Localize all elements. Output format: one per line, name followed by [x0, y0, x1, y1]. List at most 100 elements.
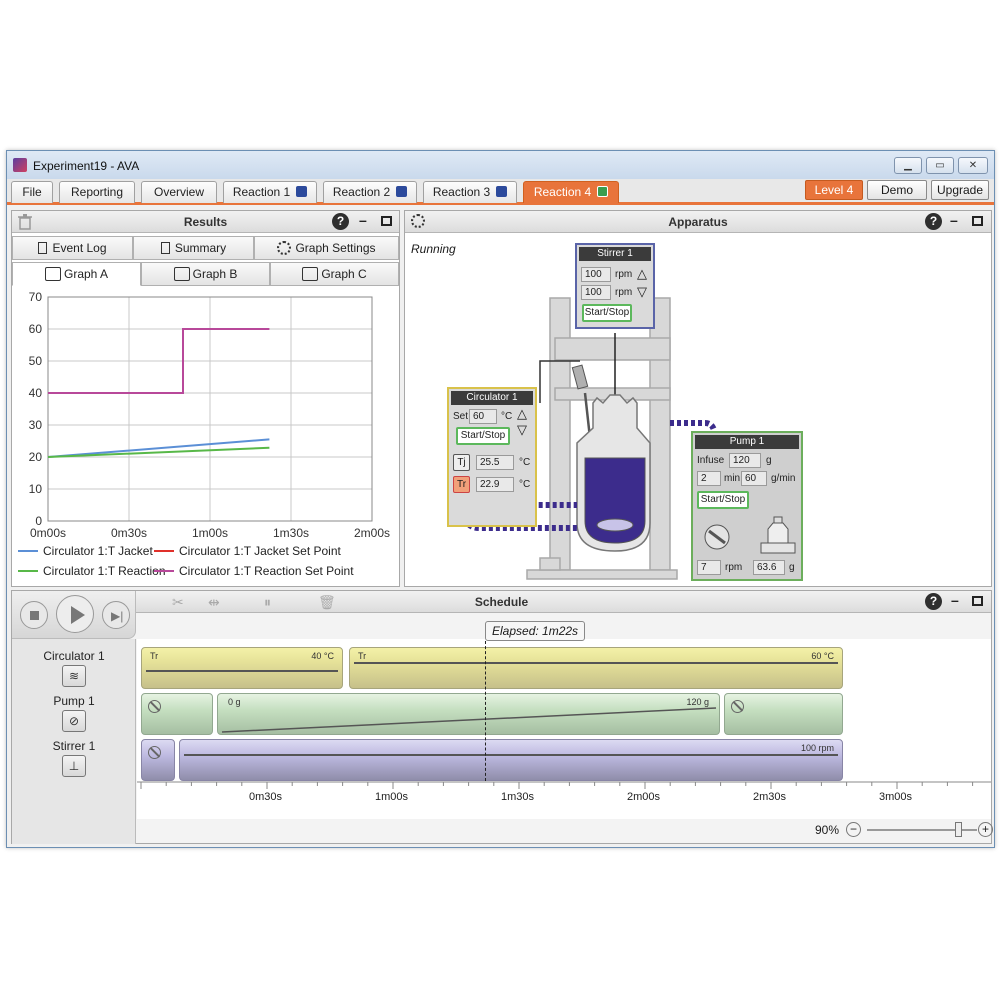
pump-speed-value: 7	[697, 560, 721, 575]
graph-icon	[173, 267, 190, 281]
running-status-icon	[597, 186, 609, 197]
stirrer-idle-step[interactable]	[141, 739, 175, 781]
step-setpoint: 60 °C	[811, 651, 834, 661]
decrease-arrow-icon[interactable]: ▽	[517, 422, 527, 438]
step-variable: Tr	[150, 651, 159, 661]
infuse-amount-field[interactable]: 120	[729, 453, 761, 468]
increase-arrow-icon[interactable]: △	[517, 406, 527, 422]
pause-step-icon[interactable]: ⏸	[264, 594, 271, 611]
infuse-ramp-line	[221, 707, 717, 733]
tr-indicator: Tr	[453, 476, 470, 493]
increase-arrow-icon[interactable]: △	[637, 266, 647, 282]
results-panel: Results ? – Event Log Summary Graph Sett…	[11, 210, 400, 587]
setpoint-line	[184, 754, 838, 756]
tr-value: 22.9	[476, 477, 514, 492]
time-tick-label: 3m00s	[879, 791, 913, 803]
panel-minimize-button[interactable]: –	[359, 213, 370, 227]
circulator-card: Circulator 1 Set 60 °C △ ▽ Start/Stop Tj…	[447, 387, 537, 527]
level-button[interactable]: Level 4	[805, 180, 863, 200]
upgrade-button[interactable]: Upgrade	[931, 180, 989, 200]
stirrer-setpoint-field[interactable]: 100	[581, 267, 611, 282]
circulator-title: Circulator 1	[451, 391, 533, 405]
pump-idle-step[interactable]	[141, 693, 213, 735]
tab-reaction-3[interactable]: Reaction 3	[423, 181, 517, 203]
cut-icon[interactable]: ✂	[172, 594, 184, 611]
circulator-start-stop-button[interactable]: Start/Stop	[456, 427, 510, 445]
tab-graph-b[interactable]: Graph B	[141, 262, 270, 286]
tab-graph-a[interactable]: Graph A	[12, 262, 141, 286]
tab-reaction-4[interactable]: Reaction 4	[523, 181, 619, 203]
circulator-setpoint-field[interactable]: 60	[469, 409, 497, 424]
pump-infuse-step[interactable]: 0 g 120 g	[217, 693, 720, 735]
tab-graph-c[interactable]: Graph C	[270, 262, 399, 286]
stop-button[interactable]	[20, 601, 48, 629]
stirrer-icon[interactable]: ⊥	[62, 755, 86, 777]
minimize-button[interactable]: ▁	[894, 157, 922, 174]
infuse-rate-field[interactable]: 60	[741, 471, 767, 486]
transport-controls: ▶|	[12, 591, 136, 639]
celsius-unit-label: °C	[501, 411, 513, 422]
panel-minimize-button[interactable]: –	[951, 593, 962, 607]
tab-reaction-2[interactable]: Reaction 2	[323, 181, 417, 203]
circulator-step-1[interactable]: Tr 40 °C	[141, 647, 343, 689]
skip-icon: ▶|	[111, 609, 124, 623]
maximize-button[interactable]: ▭	[926, 157, 954, 174]
help-icon[interactable]: ?	[925, 593, 942, 610]
pump-title: Pump 1	[695, 435, 799, 449]
decrease-arrow-icon[interactable]: ▽	[637, 284, 647, 300]
pump-icon[interactable]: ⊘	[62, 710, 86, 732]
zoom-out-button[interactable]: −	[846, 822, 861, 837]
play-button[interactable]	[56, 595, 94, 633]
tj-indicator: Tj	[453, 454, 470, 471]
panel-maximize-button[interactable]	[972, 216, 983, 226]
split-icon[interactable]: ⇹	[208, 594, 220, 611]
help-icon[interactable]: ?	[332, 213, 349, 230]
y-tick-label: 30	[29, 418, 43, 432]
tj-value: 25.5	[476, 455, 514, 470]
circulator-row-label: Circulator 1	[43, 649, 105, 663]
time-tick-label: 2m30s	[753, 791, 787, 803]
stirrer-speed-field[interactable]: 100	[581, 285, 611, 300]
tab-file[interactable]: File	[11, 181, 53, 203]
time-tick-label: 1m30s	[501, 791, 535, 803]
step-variable: Tr	[358, 651, 367, 661]
zoom-slider-handle[interactable]	[955, 822, 962, 837]
x-tick-label: 0m00s	[30, 526, 66, 540]
app-window: Experiment19 - AVA ▁ ▭ ✕ File Reporting …	[6, 150, 995, 848]
gear-icon	[277, 241, 292, 255]
coil-icon[interactable]: ≋	[62, 665, 86, 687]
stirrer-start-stop-button[interactable]: Start/Stop	[582, 304, 632, 322]
x-tick-label: 0m30s	[111, 526, 147, 540]
tab-overview[interactable]: Overview	[141, 181, 217, 203]
legend-label: Circulator 1:T Reaction Set Point	[179, 564, 354, 578]
demo-button[interactable]: Demo	[867, 180, 927, 200]
tab-event-log[interactable]: Event Log	[12, 236, 133, 260]
circulator-step-2[interactable]: Tr 60 °C	[349, 647, 843, 689]
rpm-unit-label: rpm	[615, 269, 633, 280]
tab-reporting[interactable]: Reporting	[59, 181, 135, 203]
temperature-chart: 0102030405060700m00s 0m30s 1m00s 1m30s 2m00s…	[18, 290, 390, 578]
close-button[interactable]: ✕	[958, 157, 988, 174]
pump-start-stop-button[interactable]: Start/Stop	[697, 491, 749, 509]
rpm-unit-label: rpm	[725, 562, 743, 573]
stirrer-row-label: Stirrer 1	[52, 739, 96, 753]
pump-idle-step-2[interactable]	[724, 693, 843, 735]
schedule-panel: Schedule ? – ▶| ✂ ⇹ ⏸ 🗑 Circulator 1 ≋ P…	[11, 590, 993, 844]
tab-graph-settings[interactable]: Graph Settings	[254, 236, 399, 260]
celsius-unit-label: °C	[519, 457, 531, 468]
zoom-in-button[interactable]: +	[978, 822, 993, 837]
panel-maximize-button[interactable]	[381, 216, 392, 226]
schedule-title: Schedule	[474, 595, 529, 609]
skip-button[interactable]: ▶|	[102, 601, 130, 629]
delete-icon[interactable]: 🗑	[318, 594, 336, 611]
stirrer-run-step[interactable]: 100 rpm	[179, 739, 843, 781]
tab-summary[interactable]: Summary	[133, 236, 254, 260]
tab-reaction-1[interactable]: Reaction 1	[223, 181, 317, 203]
panel-minimize-button[interactable]: –	[950, 213, 961, 227]
rate-unit-label: g/min	[771, 473, 796, 484]
panel-maximize-button[interactable]	[972, 596, 983, 606]
no-action-icon	[148, 700, 161, 713]
help-icon[interactable]: ?	[925, 213, 942, 230]
gram-unit-label: g	[789, 562, 795, 573]
infuse-time-field[interactable]: 2	[697, 471, 721, 486]
